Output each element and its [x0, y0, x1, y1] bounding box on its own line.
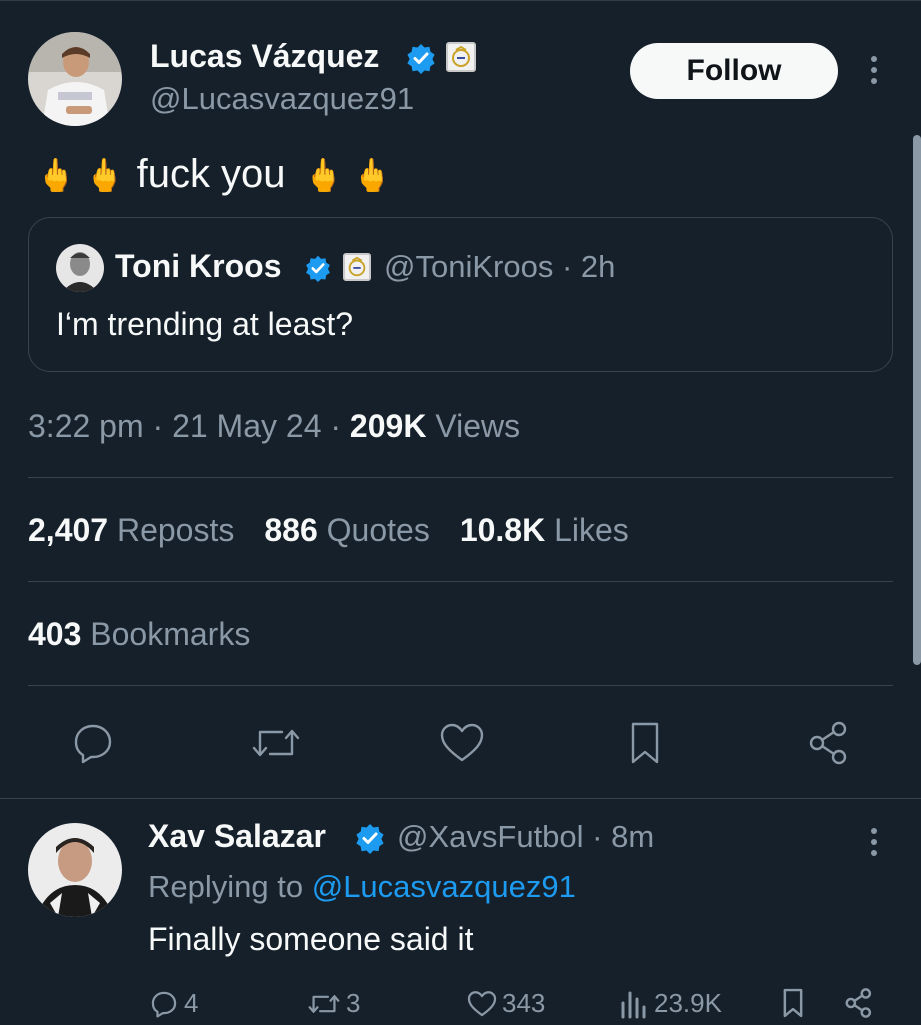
replying-prefix: Replying to	[148, 869, 304, 904]
scrollbar[interactable]	[913, 135, 921, 665]
tweet-body: fuck you	[136, 152, 286, 196]
quote-author-name: Toni Kroos	[115, 248, 282, 284]
tweet-text: 🖕 🖕 fuck you 🖕 🖕	[36, 152, 392, 197]
reply-like-icon	[467, 990, 497, 1016]
tweet-meta: 3:22 pm · 21 May 24 · 209K Views	[28, 408, 520, 445]
stats-row: 2,407 Reposts 886 Quotes 10.8K Likes	[28, 512, 629, 549]
reply-author-name[interactable]: Xav Salazar	[148, 818, 326, 855]
reposts-stat[interactable]: 2,407 Reposts	[28, 512, 234, 549]
verified-badge-icon	[405, 42, 437, 74]
quote-handle: @ToniKroos	[384, 249, 554, 284]
follow-button[interactable]: Follow	[630, 43, 838, 99]
reply-verified-badge-icon	[354, 822, 386, 854]
quotes-count: 886	[264, 512, 318, 548]
quote-affiliate-badge-icon	[343, 253, 371, 281]
author-name[interactable]: Lucas Vázquez	[150, 38, 379, 75]
likes-count: 10.8K	[459, 512, 546, 548]
author-handle[interactable]: @Lucasvazquez91	[150, 81, 414, 117]
tweet-time[interactable]: 3:22 pm	[28, 408, 144, 444]
divider	[28, 685, 893, 686]
middle-finger-emoji-right: 🖕 🖕	[303, 156, 393, 193]
reply-text: Finally someone said it	[148, 921, 474, 957]
quote-author-avatar	[56, 244, 104, 292]
reply-handle[interactable]: @XavsFutbol	[397, 819, 584, 854]
reply-likes-count: 343	[502, 988, 546, 1018]
reply-handle-time: @XavsFutbol · 8m	[397, 819, 654, 855]
quote-text: I‘m trending at least?	[56, 306, 354, 342]
share-icon[interactable]	[802, 716, 856, 770]
divider	[28, 581, 893, 582]
reply-views-action[interactable]: 23.9K	[620, 988, 722, 1019]
divider	[28, 477, 893, 478]
bookmarks-stat[interactable]: 403 Bookmarks	[28, 616, 250, 653]
reply-comment-icon	[151, 991, 177, 1017]
bookmarks-count: 403	[28, 616, 82, 652]
likes-stat[interactable]: 10.8K Likes	[460, 512, 629, 549]
quote-handle-time: @ToniKroos · 2h	[384, 249, 615, 285]
repost-icon[interactable]	[248, 718, 304, 768]
reply-more-options-icon[interactable]	[864, 822, 884, 862]
bookmark-icon[interactable]	[620, 716, 670, 770]
replying-to-handle[interactable]: @Lucasvazquez91	[312, 869, 576, 904]
quotes-label: Quotes	[326, 512, 430, 548]
quotes-stat[interactable]: 886 Quotes	[264, 512, 429, 549]
reply-author-avatar[interactable]	[28, 823, 122, 917]
reply-replies-count: 4	[184, 988, 199, 1018]
reply-icon[interactable]	[66, 718, 120, 768]
reply-views-count: 23.9K	[654, 988, 722, 1018]
reply-repost-icon	[308, 994, 340, 1013]
quoted-tweet-card[interactable]: Toni Kroos @ToniKroos · 2h I‘m trending …	[28, 217, 893, 372]
reposts-count: 2,407	[28, 512, 109, 548]
reply-reposts-action[interactable]: 3	[304, 988, 360, 1019]
quote-verified-badge-icon	[304, 254, 332, 282]
reposts-label: Reposts	[116, 512, 235, 548]
views-label: Views	[435, 408, 521, 444]
reply-share-icon[interactable]	[842, 986, 876, 1025]
likes-label: Likes	[554, 512, 629, 548]
reply-bookmark-icon[interactable]	[778, 986, 808, 1025]
affiliate-badge-icon	[446, 42, 476, 72]
views-count: 209K	[349, 408, 427, 444]
reply-reposts-count: 3	[346, 988, 361, 1018]
more-options-icon[interactable]	[864, 50, 884, 90]
reply-likes-action[interactable]: 343	[466, 988, 545, 1019]
like-icon[interactable]	[436, 718, 488, 768]
middle-finger-emoji-left: 🖕 🖕	[36, 156, 125, 193]
replying-to-line: Replying to @Lucasvazquez91	[148, 869, 576, 905]
quote-time: · 2h	[561, 249, 616, 284]
reply-replies-action[interactable]: 4	[148, 988, 198, 1019]
bookmarks-label: Bookmarks	[90, 616, 251, 652]
reply-time[interactable]: · 8m	[592, 819, 654, 854]
section-divider	[0, 798, 921, 799]
top-divider	[0, 0, 921, 1]
tweet-date: · 21 May 24 ·	[152, 408, 342, 444]
author-avatar[interactable]	[28, 32, 122, 126]
reply-views-icon	[621, 991, 646, 1018]
